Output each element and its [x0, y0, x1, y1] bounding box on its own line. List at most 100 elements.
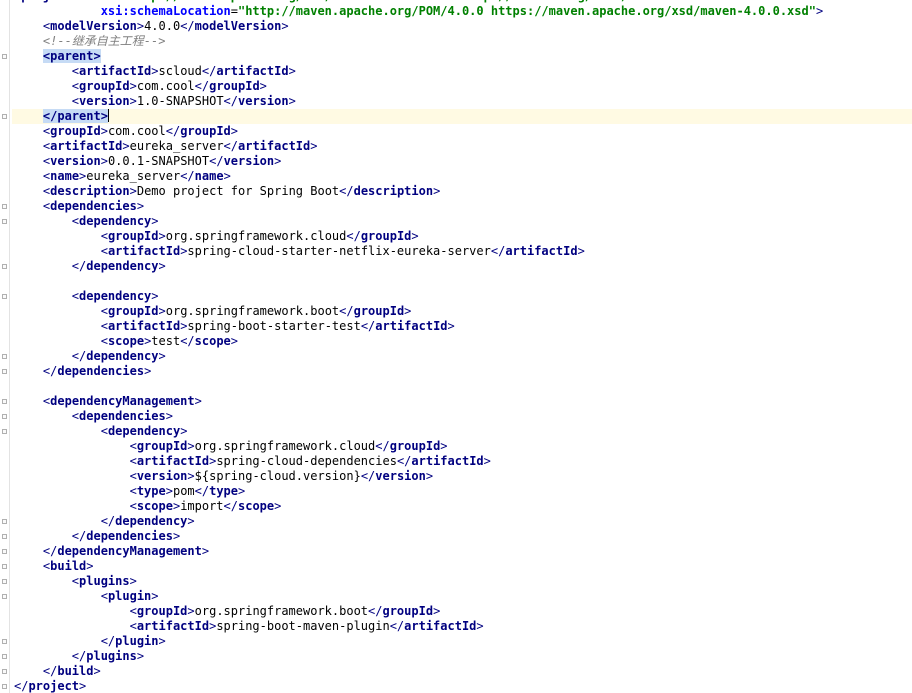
- code-line[interactable]: </build>: [12, 664, 912, 679]
- code-line[interactable]: <scope>import</scope>: [12, 499, 912, 514]
- fold-marker-icon[interactable]: [2, 684, 7, 689]
- code-line[interactable]: <build>: [12, 559, 912, 574]
- fold-marker-icon[interactable]: [2, 369, 7, 374]
- fold-marker-icon[interactable]: [2, 669, 7, 674]
- code-line[interactable]: </dependencyManagement>: [12, 544, 912, 559]
- tag-bracket: >: [187, 604, 195, 618]
- tag-name: artifactId: [107, 319, 181, 333]
- code-line[interactable]: <version>${spring-cloud.version}</versio…: [12, 469, 912, 484]
- code-editor[interactable]: <project xmlns="http://maven.apache.org/…: [0, 0, 912, 693]
- code-line[interactable]: <modelVersion>4.0.0</modelVersion>: [12, 19, 912, 34]
- code-line[interactable]: <groupId>org.springframework.boot</group…: [12, 604, 912, 619]
- tag-bracket: >: [165, 409, 173, 423]
- tag-bracket: >: [158, 229, 166, 243]
- code-line[interactable]: <!--继承自主工程-->: [12, 34, 912, 49]
- code-line[interactable]: <dependencies>: [12, 199, 912, 214]
- code-line[interactable]: xsi:schemaLocation="http://maven.apache.…: [12, 4, 912, 19]
- tag-name: description: [353, 184, 434, 198]
- code-line[interactable]: <groupId>org.springframework.cloud</grou…: [12, 229, 912, 244]
- fold-marker-icon[interactable]: [2, 414, 7, 419]
- fold-marker-icon[interactable]: [2, 294, 7, 299]
- code-line[interactable]: <groupId>com.cool</groupId>: [12, 124, 912, 139]
- fold-marker-icon[interactable]: [2, 549, 7, 554]
- fold-marker-icon[interactable]: [2, 264, 7, 269]
- tag-bracket: </: [71, 259, 87, 273]
- tag-name: groupId: [180, 124, 231, 138]
- code-line[interactable]: <artifactId>scloud</artifactId>: [12, 64, 912, 79]
- fold-marker-icon[interactable]: [2, 114, 7, 119]
- code-line[interactable]: <version>0.0.1-SNAPSHOT</version>: [12, 154, 912, 169]
- code-line[interactable]: <type>pom</type>: [12, 484, 912, 499]
- code-line[interactable]: <dependencies>: [12, 409, 912, 424]
- code-line[interactable]: <scope>test</scope>: [12, 334, 912, 349]
- fold-marker-icon[interactable]: [2, 519, 7, 524]
- code-line[interactable]: </plugins>: [12, 649, 912, 664]
- fold-marker-icon[interactable]: [2, 639, 7, 644]
- code-line[interactable]: [12, 379, 912, 394]
- tag-bracket: >: [129, 184, 137, 198]
- code-line[interactable]: <plugins>: [12, 574, 912, 589]
- code-line[interactable]: [12, 274, 912, 289]
- code-line[interactable]: <groupId>com.cool</groupId>: [12, 79, 912, 94]
- code-line[interactable]: </project>: [12, 679, 912, 693]
- matched-tag: >: [93, 49, 101, 63]
- code-line[interactable]: </dependencies>: [12, 529, 912, 544]
- fold-marker-icon[interactable]: [2, 564, 7, 569]
- fold-marker-icon[interactable]: [2, 594, 7, 599]
- fold-marker-icon[interactable]: [2, 219, 7, 224]
- code-line[interactable]: <artifactId>spring-cloud-dependencies</a…: [12, 454, 912, 469]
- tag-bracket: >: [476, 619, 484, 633]
- code-line[interactable]: <artifactId>spring-boot-maven-plugin</ar…: [12, 619, 912, 634]
- fold-marker-icon[interactable]: [2, 534, 7, 539]
- code-line[interactable]: <artifactId>eureka_server</artifactId>: [12, 139, 912, 154]
- code-line[interactable]: <dependency>: [12, 289, 912, 304]
- code-area[interactable]: <project xmlns="http://maven.apache.org/…: [12, 0, 912, 693]
- fold-marker-icon[interactable]: [2, 654, 7, 659]
- fold-marker-icon[interactable]: [2, 429, 7, 434]
- fold-marker-icon[interactable]: [2, 54, 7, 59]
- attribute-name: xmlns:xsi: [383, 0, 448, 3]
- code-line[interactable]: <plugin>: [12, 589, 912, 604]
- tag-bracket: >: [411, 229, 419, 243]
- tag-name: groupId: [360, 229, 412, 243]
- editor-gutter[interactable]: [0, 0, 10, 693]
- code-line[interactable]: <artifactId>spring-cloud-starter-netflix…: [12, 244, 912, 259]
- fold-marker-icon[interactable]: [2, 354, 7, 359]
- tag-bracket: >: [288, 64, 296, 78]
- code-line[interactable]: <name>eureka_server</name>: [12, 169, 912, 184]
- text-content: =: [230, 4, 238, 18]
- code-line[interactable]: <parent>: [12, 49, 912, 64]
- code-line[interactable]: <groupId>org.springframework.cloud</grou…: [12, 439, 912, 454]
- tag-name: scope: [194, 334, 231, 348]
- code-line[interactable]: <artifactId>spring-boot-starter-test</ar…: [12, 319, 912, 334]
- tag-bracket: <: [71, 94, 80, 108]
- code-line[interactable]: </dependencies>: [12, 364, 912, 379]
- code-line[interactable]: </parent>: [12, 109, 912, 124]
- code-line[interactable]: <dependencyManagement>: [12, 394, 912, 409]
- code-line[interactable]: <groupId>org.springframework.boot</group…: [12, 304, 912, 319]
- fold-marker-icon[interactable]: [2, 399, 7, 404]
- code-line[interactable]: <dependency>: [12, 214, 912, 229]
- code-line[interactable]: </dependency>: [12, 349, 912, 364]
- tag-bracket: >: [158, 634, 166, 648]
- fold-marker-icon[interactable]: [2, 579, 7, 584]
- code-line[interactable]: </dependency>: [12, 514, 912, 529]
- tag-bracket: >: [93, 664, 101, 678]
- code-line[interactable]: <description>Demo project for Spring Boo…: [12, 184, 912, 199]
- fold-marker-icon[interactable]: [2, 204, 7, 209]
- tag-name: dependencies: [57, 364, 145, 378]
- tag-bracket: </: [180, 334, 195, 348]
- code-line[interactable]: </dependency>: [12, 259, 912, 274]
- tag-bracket: >: [151, 289, 159, 303]
- code-line[interactable]: <version>1.0-SNAPSHOT</version>: [12, 94, 912, 109]
- code-line[interactable]: <dependency>: [12, 424, 912, 439]
- code-line[interactable]: </plugin>: [12, 634, 912, 649]
